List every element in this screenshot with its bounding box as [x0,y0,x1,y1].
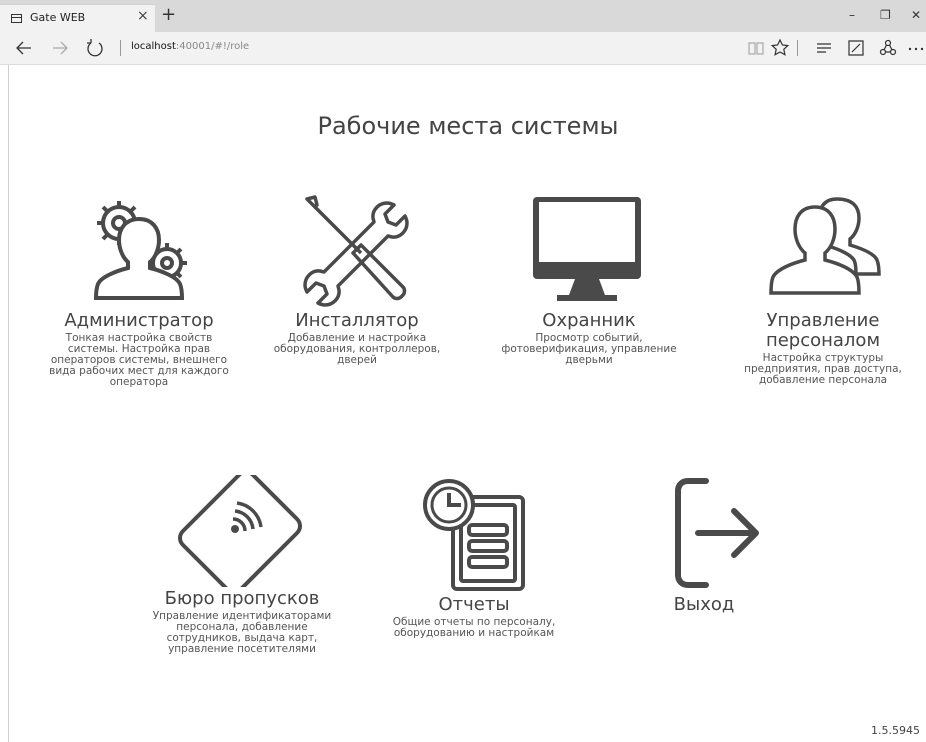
role-name: Охранник [542,310,636,331]
forward-arrow-icon[interactable] [50,38,70,58]
exit-button[interactable]: Выход [619,475,789,615]
favorite-star-icon[interactable] [770,38,790,58]
role-pass-office[interactable]: Бюро пропусков Управление идентификатора… [149,475,335,655]
back-arrow-icon[interactable] [14,38,34,58]
role-description: Управление идентификаторами персонала, д… [152,610,332,655]
more-menu-icon[interactable] [906,38,926,58]
role-reports[interactable]: Отчеты Общие отчеты по персоналу, оборуд… [381,475,567,639]
monitor-icon [533,197,641,301]
close-window-button[interactable]: ✕ [911,8,921,22]
role-name: Бюро пропусков [164,588,320,609]
version-label: 1.5.5945 [871,724,920,737]
wrench-screwdriver-icon [303,195,409,307]
role-name: Управление персоналом [765,310,881,351]
role-name: Администратор [64,310,214,331]
page-title: Рабочие места системы [317,112,619,140]
admin-gears-icon [93,201,187,300]
minimize-button[interactable]: – [849,8,855,22]
page-favicon-icon [11,14,22,23]
browser-tab-bar: Gate WEB × + – ❐ ✕ [0,0,926,32]
url-field[interactable]: localhost:40001/#!/role [131,41,249,52]
tab-title: Gate WEB [30,11,86,24]
browser-tab[interactable]: Gate WEB × [0,4,155,32]
role-guard[interactable]: Охранник Просмотр событий, фотоверификац… [499,193,679,366]
role-description: Общие отчеты по персоналу, оборудованию … [392,616,556,639]
role-description: Настройка структуры предприятия, прав до… [744,352,902,386]
restore-button[interactable]: ❐ [880,8,891,22]
tab-close-icon[interactable]: × [137,8,149,24]
role-name: Инсталлятор [295,310,419,331]
hub-icon[interactable] [814,38,834,58]
users-icon [769,197,881,295]
address-bar: localhost:40001/#!/role [0,32,926,65]
share-icon[interactable] [878,38,898,58]
page-content: Рабочие места системы Администратор Тонк… [8,65,926,742]
web-note-icon[interactable] [846,38,866,58]
role-installer[interactable]: Инсталлятор Добавление и настройка обору… [267,193,447,366]
refresh-icon[interactable] [85,38,105,58]
role-description: Тонкая настройка свойств системы. Настро… [49,332,229,388]
role-admin[interactable]: Администратор Тонкая настройка свойств с… [49,193,229,388]
role-personnel[interactable]: Управление персоналом Настройка структур… [733,193,913,386]
reading-view-icon[interactable] [746,38,766,58]
report-clock-icon [423,479,525,591]
role-description: Добавление и настройка оборудования, кон… [273,332,441,366]
role-name: Отчеты [438,594,510,615]
new-tab-button[interactable]: + [161,6,176,24]
role-description: Просмотр событий, фотоверификация, управ… [501,332,677,366]
access-card-icon [178,475,302,587]
role-name: Выход [673,594,735,615]
toolbar-separator [797,40,798,56]
exit-icon [675,478,759,588]
url-separator [120,40,121,56]
